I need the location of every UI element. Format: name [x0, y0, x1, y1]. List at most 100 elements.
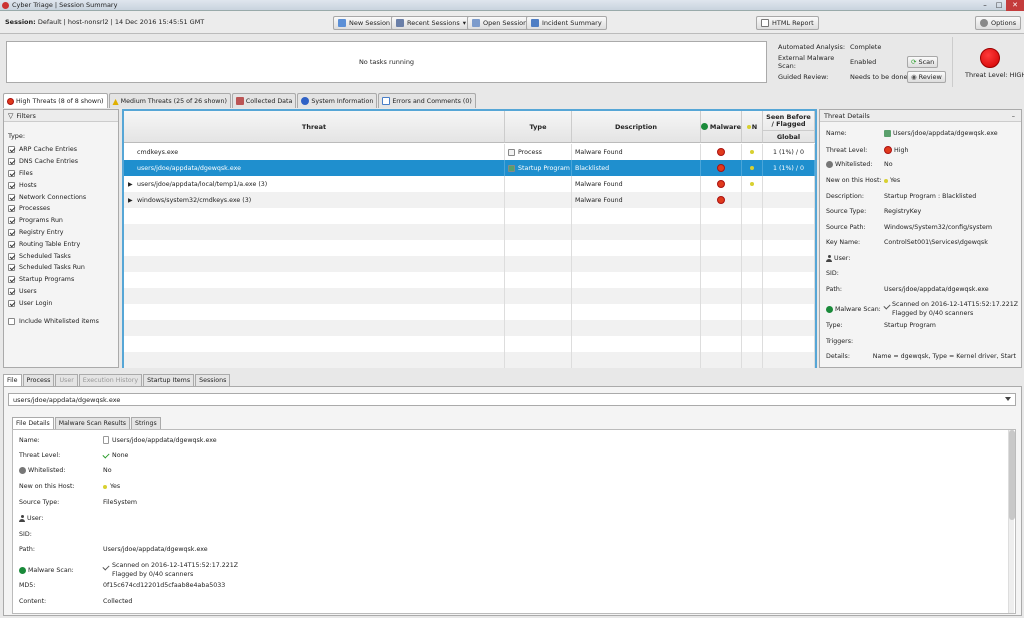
filter-item[interactable]: Users [8, 286, 99, 298]
checkbox[interactable] [8, 299, 15, 307]
checkbox[interactable] [8, 264, 15, 272]
options-button[interactable]: Options [975, 16, 1022, 30]
scrollbar[interactable] [1008, 430, 1015, 613]
new-session-icon [338, 19, 346, 27]
tab-user[interactable]: User [55, 374, 78, 386]
filters-header: ▽ Filters [4, 110, 118, 122]
close-button[interactable]: ✕ [1006, 0, 1024, 11]
header-type[interactable]: Type [505, 111, 572, 143]
expand-arrow-icon[interactable]: ▶ [128, 181, 137, 188]
checkbox[interactable] [8, 287, 15, 295]
file-select-value: users/jdoe/appdata/dgewqsk.exe [13, 395, 121, 404]
table-cell [701, 272, 742, 288]
table-row[interactable]: ▶ users/jdoe/appdata/local/temp1/a.exe (3… [124, 176, 815, 192]
tab-process[interactable]: Process [22, 374, 55, 386]
include-whitelisted-item[interactable]: Include Whitelisted items [8, 315, 99, 327]
tab-medium-threats[interactable]: ▲ Medium Threats (25 of 26 shown) [108, 93, 231, 108]
detail-sid-row: SID: [826, 270, 884, 277]
table-row[interactable]: ▶ windows/system32/cmdkeys.exe (3) Malware… [124, 192, 815, 208]
tab-startup-items[interactable]: Startup Items [143, 374, 195, 386]
tab-system-information[interactable]: System Information [297, 93, 378, 108]
maximize-button[interactable]: □ [992, 0, 1006, 11]
filter-item[interactable]: Processes [8, 203, 99, 215]
header-description[interactable]: Description [572, 111, 701, 143]
threat-description: Malware Found [575, 196, 623, 204]
empty-table-row [124, 352, 815, 368]
filter-item[interactable]: Scheduled Tasks Run [8, 262, 99, 274]
filter-item[interactable]: Hosts [8, 179, 99, 191]
filter-item[interactable]: Startup Programs [8, 274, 99, 286]
checkbox[interactable] [8, 240, 15, 248]
filter-item[interactable]: Files [8, 168, 99, 180]
filter-item[interactable]: DNS Cache Entries [8, 156, 99, 168]
filter-item[interactable]: Network Connections [8, 191, 99, 203]
tab-sessions[interactable]: Sessions [195, 374, 231, 386]
checkbox[interactable] [8, 181, 15, 189]
include-whitelisted-checkbox[interactable] [8, 317, 15, 325]
detail-key-name-label: Key Name: [826, 239, 861, 246]
user-icon [826, 255, 832, 262]
checkbox[interactable] [8, 217, 15, 225]
filter-item[interactable]: Registry Entry [8, 227, 99, 239]
tab-errors-comments[interactable]: Errors and Comments (0) [378, 93, 476, 108]
checkbox[interactable] [8, 276, 15, 284]
detail-type-row: Type: Startup Program [826, 322, 936, 329]
table-cell [572, 288, 701, 304]
recent-sessions-button[interactable]: Recent Sessions ▾ [391, 16, 471, 30]
new-session-button[interactable]: New Session [333, 16, 396, 30]
minimize-button[interactable]: – [978, 0, 992, 11]
incident-summary-button[interactable]: Incident Summary [526, 16, 607, 30]
checkbox[interactable] [8, 193, 15, 201]
threat-level-label: Threat Level: HIGH [965, 71, 1024, 79]
header-new[interactable]: N [742, 111, 763, 143]
table-cell [742, 272, 763, 288]
file-new-label: New on this Host: [19, 483, 75, 490]
filter-item-label: Files [19, 169, 33, 177]
header-seen-before[interactable]: Seen Before / Flagged Global [763, 111, 815, 143]
checkbox[interactable] [8, 169, 15, 177]
checkbox[interactable] [8, 146, 15, 154]
scan-button[interactable]: ⟳ Scan [907, 56, 939, 68]
table-row[interactable]: users/jdoe/appdata/dgewqsk.exe Startup Pr… [124, 160, 815, 176]
header-threat[interactable]: Threat [124, 111, 505, 143]
scrollbar-thumb[interactable] [1009, 430, 1015, 520]
tab-execution-history[interactable]: Execution History [78, 374, 143, 386]
tab-collected-data[interactable]: Collected Data [231, 93, 297, 108]
header-malware[interactable]: Malware [701, 111, 742, 143]
new-icon [746, 124, 751, 129]
comment-icon [382, 97, 391, 105]
html-report-button[interactable]: HTML Report [756, 16, 819, 30]
checkbox[interactable] [8, 252, 15, 260]
tab-high-threats[interactable]: High Threats (8 of 8 shown) [3, 93, 108, 108]
expand-arrow-icon[interactable]: ▶ [128, 197, 137, 204]
detail-description-row: Description: Startup Program : Blackliste… [826, 193, 976, 200]
filter-type-label: Type: [8, 132, 26, 140]
filter-item[interactable]: Programs Run [8, 215, 99, 227]
filter-item-label: Users [19, 287, 37, 295]
minimize-panel-button[interactable]: – [1012, 112, 1015, 120]
tab-strings[interactable]: Strings [131, 417, 161, 429]
table-cell [701, 224, 742, 240]
filters-panel: ▽ Filters Type: ARP Cache Entries DNS Cac… [3, 109, 119, 368]
table-cell [124, 336, 505, 352]
open-session-button[interactable]: Open Session [467, 16, 533, 30]
checkbox[interactable] [8, 205, 15, 213]
check-icon [883, 302, 891, 310]
review-button[interactable]: ◉ Review [907, 71, 946, 83]
tab-file-details[interactable]: File Details [12, 417, 54, 429]
filter-item[interactable]: User Login [8, 297, 99, 309]
table-cell [124, 240, 505, 256]
checkbox[interactable] [8, 228, 15, 236]
filter-item-label: Registry Entry [19, 228, 64, 236]
checkbox[interactable] [8, 158, 15, 166]
table-row[interactable]: cmdkeys.exe Process Malware Found 1 (1%) / … [124, 144, 815, 160]
filter-item[interactable]: ARP Cache Entries [8, 144, 99, 156]
table-cell: cmdkeys.exe [124, 144, 505, 160]
tab-malware-scan-results[interactable]: Malware Scan Results [54, 417, 131, 429]
filter-item[interactable]: Routing Table Entry [8, 238, 99, 250]
incident-summary-icon [531, 19, 539, 27]
tab-file[interactable]: File [3, 374, 22, 386]
filter-item[interactable]: Scheduled Tasks [8, 250, 99, 262]
file-select-dropdown[interactable]: users/jdoe/appdata/dgewqsk.exe [8, 393, 1016, 406]
filter-item-label: Routing Table Entry [19, 240, 81, 248]
